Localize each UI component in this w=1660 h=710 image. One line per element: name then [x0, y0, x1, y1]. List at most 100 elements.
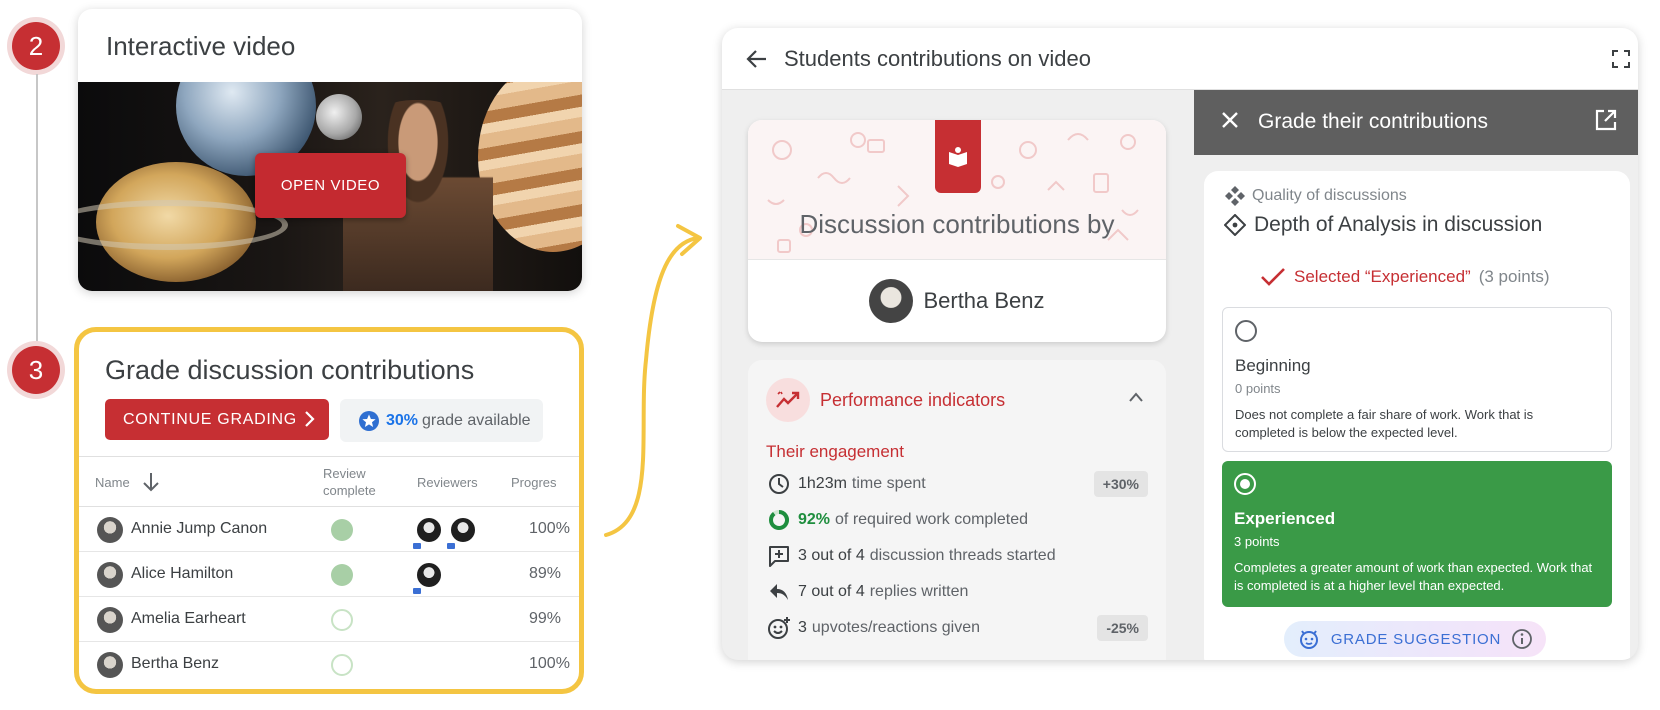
add-reaction-icon: [766, 615, 792, 641]
graduation-cap-icon: [413, 543, 421, 549]
discussion-student: Bertha Benz: [748, 260, 1166, 342]
indicator-upvotes-given: 3 upvotes/reactions given -25%: [766, 615, 1148, 641]
rubric-option-experienced[interactable]: Experienced 3 points Completes a greater…: [1222, 461, 1612, 607]
indicator-threads-started: 3 out of 4 discussion threads started: [766, 543, 1148, 569]
student-contributions-panel: Students contributions on video Discussi…: [722, 28, 1638, 660]
grade-suggestion-button[interactable]: GRADE SUGGESTION: [1284, 621, 1546, 657]
review-incomplete-indicator: [331, 654, 353, 676]
rubric-diamonds-icon: [1225, 186, 1245, 206]
indicator-tag: -25%: [1097, 615, 1148, 641]
column-review-complete: Review complete: [323, 466, 376, 498]
criterion-group: Quality of discussions: [1224, 185, 1407, 207]
selected-level: Selected “Experienced” (3 points): [1260, 267, 1550, 287]
grade-discussion-card: Grade discussion contributions CONTINUE …: [74, 327, 584, 694]
indicator-tag: +30%: [1093, 471, 1148, 497]
grade-available-label: grade available: [422, 411, 531, 429]
criterion-diamond-icon: [1224, 214, 1246, 236]
table-row[interactable]: Bertha Benz 100%: [79, 642, 579, 687]
close-icon[interactable]: [1220, 110, 1240, 130]
panel-title: Students contributions on video: [784, 46, 1091, 71]
indicator-replies-written: 7 out of 4 replies written: [766, 579, 1148, 605]
student-name: Alice Hamilton: [131, 565, 234, 582]
reviewer-avatar: [415, 516, 443, 544]
radio-button-selected[interactable]: [1234, 473, 1256, 495]
discussion-card-banner: Discussion contributions by: [748, 120, 1166, 260]
review-complete-indicator: [331, 564, 353, 586]
performance-card: Performance indicators Their engagement …: [748, 360, 1166, 660]
avatar: [97, 517, 123, 543]
discussion-card: Discussion contributions by Bertha Benz: [748, 120, 1166, 342]
option-points: 0 points: [1235, 381, 1281, 396]
column-name[interactable]: Name: [95, 475, 130, 490]
video-thumbnail[interactable]: OPEN VIDEO: [78, 82, 582, 291]
trending-icon: [766, 378, 810, 422]
fullscreen-icon[interactable]: [1612, 50, 1630, 68]
radio-button[interactable]: [1235, 320, 1257, 342]
chevron-right-icon: [305, 411, 315, 427]
chevron-up-icon[interactable]: [1128, 392, 1144, 402]
table-header: Name Review complete Reviewers Progres: [79, 456, 579, 507]
option-points: 3 points: [1234, 534, 1280, 549]
avatar: [869, 279, 914, 323]
grade-card-title: Grade discussion contributions: [105, 355, 475, 385]
column-reviewers: Reviewers: [417, 475, 478, 490]
reply-icon: [766, 579, 792, 605]
criterion-name: Depth of Analysis in discussion: [1224, 213, 1542, 237]
open-video-button[interactable]: OPEN VIDEO: [255, 153, 406, 218]
review-incomplete-indicator: [331, 609, 353, 631]
graduation-cap-icon: [447, 543, 455, 549]
avatar: [97, 652, 123, 678]
flow-arrow-icon: [604, 224, 702, 537]
progress-value: 99%: [529, 610, 562, 627]
student-name: Bertha Benz: [131, 655, 220, 672]
student-name: Amelia Earheart: [131, 610, 246, 627]
grade-panel-title: Grade their contributions: [1258, 110, 1488, 133]
add-comment-icon: [766, 543, 792, 569]
table-row[interactable]: Alice Hamilton 89%: [79, 552, 579, 597]
continue-grading-button[interactable]: CONTINUE GRADING: [105, 399, 329, 440]
discussion-book-icon: [935, 120, 981, 193]
reviewer-avatar: [449, 516, 477, 544]
assistant-face-icon: [1299, 630, 1318, 649]
continue-grading-label: CONTINUE GRADING: [123, 410, 297, 428]
panel-header: Students contributions on video: [722, 28, 1638, 90]
progress-value: 100%: [529, 655, 570, 672]
video-card-title: Interactive video: [106, 31, 296, 61]
progress-value: 89%: [529, 565, 562, 582]
back-arrow-icon[interactable]: [746, 48, 768, 70]
option-description: Does not complete a fair share of work. …: [1235, 407, 1534, 440]
info-icon[interactable]: [1511, 628, 1533, 650]
open-external-icon[interactable]: [1594, 108, 1618, 132]
interactive-video-card: Interactive video OPEN VIDEO: [78, 9, 582, 291]
sort-down-icon[interactable]: [141, 471, 161, 493]
clock-icon: [766, 471, 792, 497]
review-complete-indicator: [331, 519, 353, 541]
checkmark-icon: [1261, 268, 1285, 286]
column-progress: Progres: [511, 475, 557, 490]
star-badge-icon: [359, 410, 379, 431]
option-description: Completes a greater amount of work than …: [1234, 560, 1593, 593]
table-row[interactable]: Amelia Earheart 99%: [79, 597, 579, 642]
progress-value: 100%: [529, 520, 570, 537]
student-name: Bertha Benz: [923, 288, 1045, 313]
engagement-title: Their engagement: [766, 442, 904, 461]
reviewer-avatar: [415, 561, 443, 589]
rubric-option-beginning[interactable]: Beginning 0 points Does not complete a f…: [1222, 307, 1612, 452]
grade-available-chip: 30% grade available: [340, 399, 543, 442]
indicator-time-spent: 1h23m time spent +30%: [766, 471, 1148, 497]
student-name: Annie Jump Canon: [131, 520, 268, 537]
step-2-badge: 2: [12, 22, 60, 70]
option-title: Beginning: [1235, 356, 1311, 375]
performance-title: Performance indicators: [820, 390, 1006, 410]
grade-rubric-card: Quality of discussions Depth of Analysis…: [1204, 171, 1630, 660]
indicator-work-completed: 92% of required work completed: [766, 507, 1148, 533]
progress-ring-icon: [766, 507, 792, 533]
discussion-title: Discussion contributions by: [799, 209, 1115, 239]
avatar: [97, 562, 123, 588]
step-connector: [36, 74, 38, 342]
option-title: Experienced: [1234, 509, 1336, 528]
table-row[interactable]: Annie Jump Canon 100%: [79, 507, 579, 552]
grade-percent: 30%: [386, 411, 419, 429]
grade-panel-header: Grade their contributions: [1194, 90, 1638, 155]
avatar: [97, 607, 123, 633]
